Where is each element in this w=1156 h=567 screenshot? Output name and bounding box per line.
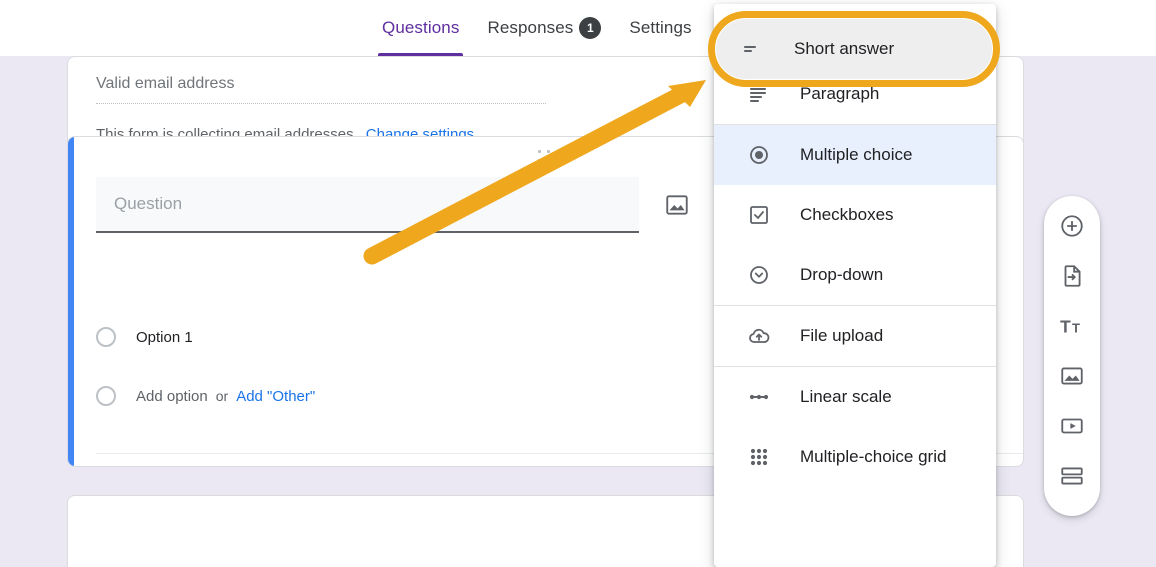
radio-icon <box>746 142 772 168</box>
add-question-image-icon[interactable] <box>664 192 690 218</box>
menu-item-label: Checkboxes <box>800 205 894 225</box>
tab-settings-label: Settings <box>629 18 691 38</box>
linear-scale-icon <box>746 384 772 410</box>
radio-icon <box>96 327 116 347</box>
option-row-1[interactable]: Option 1 <box>96 327 193 347</box>
editor-tabs: Questions Responses 1 Settings <box>368 0 706 56</box>
menu-item-paragraph[interactable]: Paragraph <box>714 64 996 124</box>
grid-dots-icon <box>746 444 772 470</box>
menu-item-drop-down[interactable]: Drop-down <box>714 245 996 305</box>
menu-item-multiple-choice[interactable]: Multiple choice <box>714 125 996 185</box>
add-section-button[interactable] <box>1058 462 1086 490</box>
svg-text:T: T <box>1060 317 1071 337</box>
email-field-label: Valid email address <box>96 75 234 93</box>
email-field-underline <box>96 103 546 104</box>
drag-handle-icon[interactable] <box>538 150 561 164</box>
menu-item-label: Drop-down <box>800 265 883 285</box>
question-title-input[interactable]: Question <box>96 177 639 233</box>
tab-responses[interactable]: Responses 1 <box>473 0 615 56</box>
add-item-toolbar: T T <box>1044 196 1100 516</box>
menu-item-label: Multiple choice <box>800 145 912 165</box>
menu-item-checkboxes[interactable]: Checkboxes <box>714 185 996 245</box>
add-video-button[interactable] <box>1058 412 1086 440</box>
menu-item-label: File upload <box>800 326 883 346</box>
menu-item-linear-scale[interactable]: Linear scale <box>714 367 996 427</box>
add-image-button[interactable] <box>1058 362 1086 390</box>
menu-item-label: Paragraph <box>800 84 879 104</box>
import-questions-button[interactable] <box>1058 262 1086 290</box>
menu-item-label: Linear scale <box>800 387 892 407</box>
option-1-label: Option 1 <box>136 329 193 346</box>
add-option-row[interactable]: Add option or Add "Other" <box>96 386 315 406</box>
add-option-label[interactable]: Add option <box>136 388 208 405</box>
radio-icon <box>96 386 116 406</box>
menu-item-multiple-choice-grid[interactable]: Multiple-choice grid <box>714 427 996 487</box>
responses-count-badge: 1 <box>579 17 601 39</box>
tab-questions-label: Questions <box>382 18 459 38</box>
cloud-upload-icon <box>746 323 772 349</box>
google-forms-editor: Valid email address This form is collect… <box>0 0 1156 567</box>
menu-item-file-upload[interactable]: File upload <box>714 306 996 366</box>
paragraph-icon <box>746 81 772 107</box>
tab-responses-label: Responses <box>487 18 573 38</box>
tab-settings[interactable]: Settings <box>615 0 705 56</box>
menu-item-label: Multiple-choice grid <box>800 447 946 467</box>
checkbox-icon <box>746 202 772 228</box>
svg-text:T: T <box>1072 321 1080 336</box>
question-card-accent-bar <box>68 137 74 466</box>
add-question-button[interactable] <box>1058 212 1086 240</box>
add-other-link[interactable]: Add "Other" <box>236 388 315 405</box>
or-separator-label: or <box>216 388 228 404</box>
chevron-circle-icon <box>746 262 772 288</box>
question-type-dropdown[interactable]: Short answerParagraphMultiple choiceChec… <box>714 4 996 567</box>
tab-questions[interactable]: Questions <box>368 0 473 56</box>
add-title-button[interactable]: T T <box>1058 312 1086 340</box>
